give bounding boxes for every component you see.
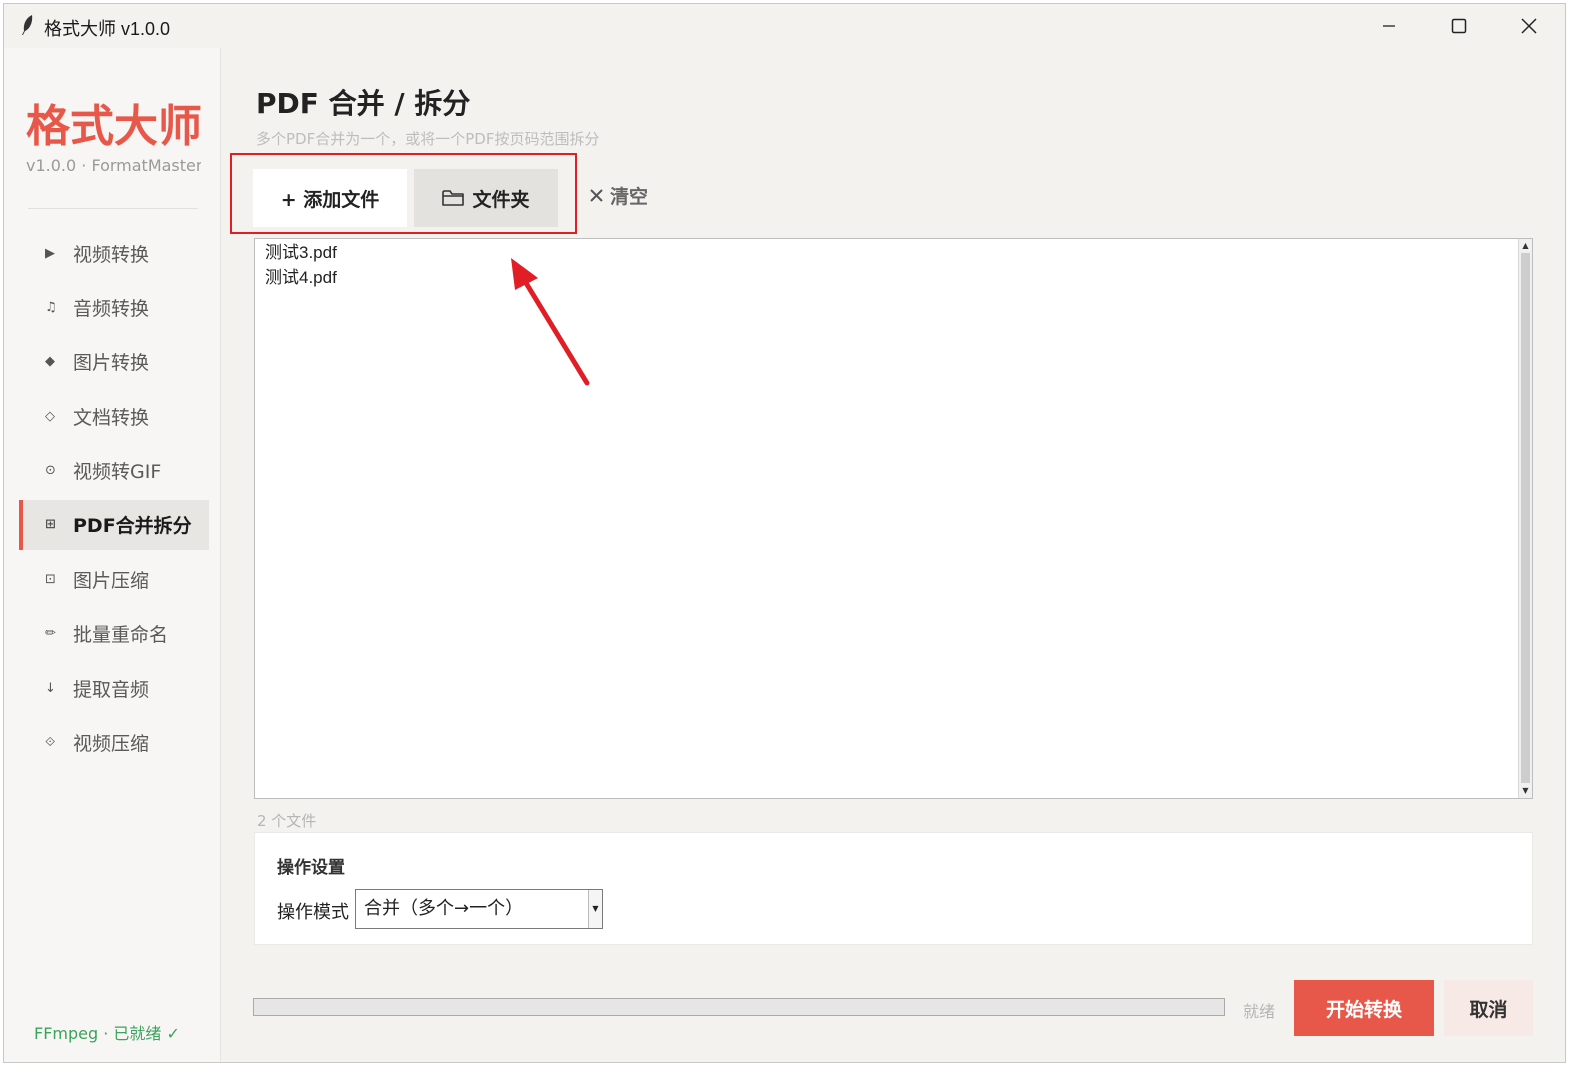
settings-panel: 操作设置 操作模式 合并（多个→一个） ▼ (254, 832, 1533, 945)
play-icon: ▶ (45, 245, 55, 261)
file-items: 测试3.pdf 测试4.pdf (255, 240, 337, 290)
scroll-thumb[interactable] (1521, 253, 1530, 783)
sidebar-item-5[interactable]: ⊞ PDF合并拆分 (19, 499, 209, 550)
brand-logo: 格式大师 (26, 101, 202, 152)
sidebar-item-0[interactable]: ▶ 视频转换 (19, 228, 209, 278)
scroll-down-arrow-icon[interactable]: ▼ (1519, 784, 1532, 798)
diamond-icon: ◆ (45, 354, 55, 370)
progress-bar (253, 998, 1225, 1016)
sidebar-item-label: PDF合并拆分 (73, 515, 192, 538)
music-note-icon: ♫ (45, 299, 57, 315)
sidebar-item-label: 图片转换 (73, 352, 150, 375)
sidebar-item-label: 提取音频 (73, 678, 150, 701)
ffmpeg-status: FFmpeg · 已就绪 ✓ (34, 1024, 180, 1043)
sidebar-item-label: 视频压缩 (73, 733, 150, 756)
down-arrow-icon: ↓ (45, 680, 56, 696)
sidebar-item-7[interactable]: ✏ 批量重命名 (19, 609, 209, 659)
title-bar: 格式大师 v1.0.0 (4, 4, 1565, 48)
version-text: v1.0.0 · FormatMaster (26, 156, 201, 175)
minimize-button[interactable] (1354, 4, 1424, 48)
sidebar-item-label: 图片压缩 (73, 569, 150, 592)
main-panel: PDF 合并 / 拆分 多个PDF合并为一个，或将一个PDF按页码范围拆分 + … (221, 48, 1565, 1062)
sidebar-item-label: 视频转GIF (73, 461, 162, 484)
close-button[interactable] (1494, 4, 1564, 48)
compress-icon: ⟐ (45, 735, 56, 751)
sidebar-item-8[interactable]: ↓ 提取音频 (19, 663, 209, 713)
square-dot-icon: ⊡ (45, 571, 56, 587)
cancel-button[interactable]: 取消 (1444, 980, 1533, 1036)
annotation-highlight-box (230, 153, 577, 234)
mode-label: 操作模式 (277, 902, 349, 923)
dropdown-arrow-icon[interactable]: ▼ (588, 890, 602, 928)
scroll-up-arrow-icon[interactable]: ▲ (1519, 239, 1532, 253)
sidebar-nav: ▶ 视频转换 ♫ 音频转换 ◆ 图片转换 ◇ 文档转换 ⊙ 视频转GIF ⊞ PDF合并拆分 ⊡ 图片压缩… (19, 228, 209, 772)
app-window: 格式大师 v1.0.0 格式大师 v1.0.0 · FormatMaster ▶… (3, 3, 1566, 1063)
file-list-item[interactable]: 测试3.pdf (255, 240, 337, 265)
file-list[interactable]: 测试3.pdf 测试4.pdf ▲ ▼ (254, 238, 1533, 799)
sidebar-item-label: 音频转换 (73, 297, 150, 320)
maximize-button[interactable] (1424, 4, 1494, 48)
status-text: 就绪 (1243, 1002, 1276, 1021)
settings-title: 操作设置 (277, 858, 345, 878)
page-subtitle: 多个PDF合并为一个，或将一个PDF按页码范围拆分 (256, 130, 600, 148)
start-convert-button[interactable]: 开始转换 (1294, 980, 1434, 1036)
annotation-arrow-icon (511, 258, 590, 386)
minimize-icon (1383, 25, 1395, 27)
sidebar-item-label: 文档转换 (73, 406, 150, 429)
file-list-item[interactable]: 测试4.pdf (255, 265, 337, 290)
sidebar-item-label: 视频转换 (73, 243, 150, 266)
feather-icon (22, 15, 33, 35)
sidebar-item-9[interactable]: ⟐ 视频压缩 (19, 718, 209, 768)
clear-label: 清空 (610, 186, 649, 208)
page-title: PDF 合并 / 拆分 (256, 87, 471, 120)
sidebar-item-label: 批量重命名 (73, 624, 169, 647)
sidebar-item-1[interactable]: ♫ 音频转换 (19, 282, 209, 332)
window-title: 格式大师 v1.0.0 (44, 19, 171, 39)
sidebar-item-6[interactable]: ⊡ 图片压缩 (19, 554, 209, 604)
pencil-icon: ✏ (45, 626, 56, 642)
mode-select[interactable]: 合并（多个→一个） ▼ (355, 889, 603, 929)
grid-icon: ⊞ (45, 517, 56, 533)
file-count: 2 个文件 (257, 812, 317, 830)
circle-dot-icon: ⊙ (45, 463, 56, 479)
sidebar: 格式大师 v1.0.0 · FormatMaster ▶ 视频转换 ♫ 音频转换 ◆ 图片… (4, 48, 221, 1062)
sidebar-item-4[interactable]: ⊙ 视频转GIF (19, 446, 209, 496)
file-list-scrollbar[interactable]: ▲ ▼ (1518, 239, 1532, 798)
sidebar-item-3[interactable]: ◇ 文档转换 (19, 391, 209, 441)
maximize-icon (1451, 18, 1467, 34)
sidebar-divider (28, 208, 198, 209)
mode-select-value: 合并（多个→一个） (364, 898, 524, 919)
close-icon (1521, 18, 1537, 34)
sidebar-item-2[interactable]: ◆ 图片转换 (19, 337, 209, 387)
clear-button[interactable]: 清空 (589, 182, 648, 209)
diamond-outline-icon: ◇ (45, 408, 55, 424)
x-icon (590, 189, 603, 202)
